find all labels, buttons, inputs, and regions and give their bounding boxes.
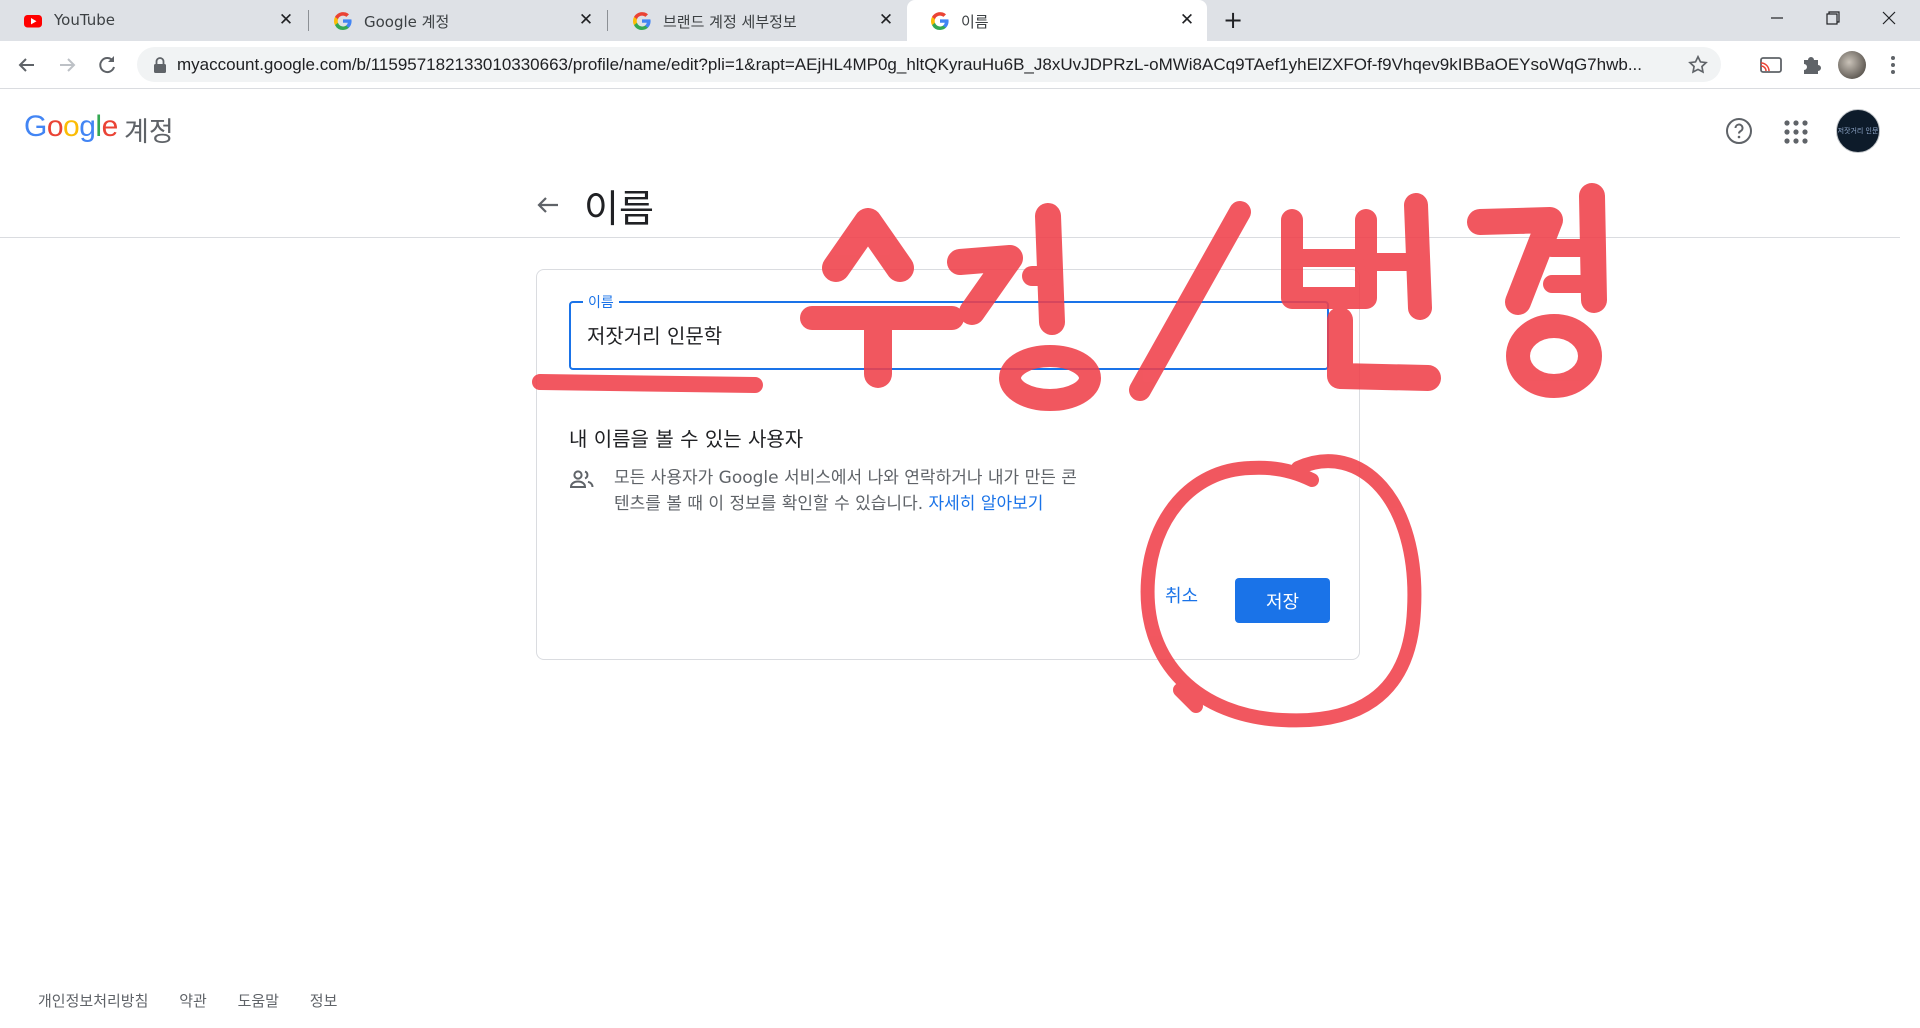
- google-g-icon: [633, 12, 651, 30]
- save-button[interactable]: 저장: [1235, 578, 1330, 623]
- header-divider: [0, 237, 1900, 238]
- bookmark-star-icon[interactable]: [1687, 54, 1709, 76]
- tab-close-icon[interactable]: ✕: [876, 10, 896, 30]
- tab-close-icon[interactable]: ✕: [576, 10, 596, 30]
- cancel-button[interactable]: 취소: [1165, 582, 1198, 608]
- restore-icon: [1826, 11, 1840, 25]
- name-field-label: 이름: [583, 292, 619, 312]
- tab-separator: [607, 10, 608, 31]
- profile-avatar[interactable]: [1838, 51, 1866, 79]
- product-name: 계정: [124, 117, 174, 148]
- visibility-description: 모든 사용자가 Google 서비스에서 나와 연락하거나 내가 만든 콘텐츠를…: [614, 465, 1084, 517]
- browser-toolbar: myaccount.google.com/b/11595718213301033…: [0, 41, 1920, 89]
- help-icon[interactable]: [1724, 116, 1754, 146]
- logo-letter: G: [24, 110, 47, 143]
- youtube-icon: [24, 15, 42, 28]
- logo-letter: e: [101, 110, 119, 143]
- minimize-icon: [1771, 17, 1783, 19]
- footer: 개인정보처리방침 약관 도움말 정보: [38, 990, 363, 1011]
- reload-icon[interactable]: [92, 50, 122, 80]
- menu-kebab-icon[interactable]: [1880, 52, 1906, 78]
- tab-title: 브랜드 계정 세부정보: [663, 13, 797, 31]
- forward-icon[interactable]: [52, 50, 82, 80]
- people-icon: [569, 470, 594, 488]
- apps-grid-icon[interactable]: [1782, 118, 1810, 146]
- extensions-puzzle-icon[interactable]: [1798, 52, 1824, 78]
- tab-strip: YouTube ✕ Google 계정 ✕ 브랜드 계정 세부정보 ✕ 이름 ✕…: [0, 0, 1920, 41]
- logo-letter: o: [46, 110, 64, 143]
- address-bar[interactable]: myaccount.google.com/b/11595718213301033…: [137, 47, 1721, 82]
- lock-icon[interactable]: [153, 57, 167, 73]
- footer-link-about[interactable]: 정보: [310, 992, 338, 1010]
- back-icon[interactable]: [12, 50, 42, 80]
- tab-title: 이름: [961, 13, 989, 31]
- tab-google-account[interactable]: Google 계정 ✕: [310, 0, 606, 41]
- account-avatar[interactable]: 저잣거리 인문학: [1836, 109, 1880, 153]
- tab-close-icon[interactable]: ✕: [276, 10, 296, 30]
- learn-more-link[interactable]: 자세히 알아보기: [929, 494, 1044, 514]
- footer-link-privacy[interactable]: 개인정보처리방침: [38, 992, 148, 1010]
- google-g-icon: [334, 12, 352, 30]
- google-g-icon: [931, 12, 949, 30]
- cast-icon[interactable]: [1758, 52, 1784, 78]
- logo-letter: g: [79, 110, 96, 143]
- tab-title: YouTube: [54, 11, 115, 29]
- footer-link-terms[interactable]: 약관: [179, 992, 207, 1010]
- name-field[interactable]: 이름: [569, 292, 1329, 370]
- tab-close-icon[interactable]: ✕: [1177, 10, 1197, 30]
- footer-link-help[interactable]: 도움말: [238, 992, 279, 1010]
- name-edit-card: 이름 내 이름을 볼 수 있는 사용자 모든 사용자가 Google 서비스에서…: [536, 269, 1360, 660]
- close-icon: [1882, 11, 1896, 25]
- tab-youtube[interactable]: YouTube ✕: [0, 0, 306, 41]
- tab-title: Google 계정: [364, 13, 450, 31]
- url-text: myaccount.google.com/b/11595718213301033…: [177, 55, 1642, 74]
- name-input[interactable]: [585, 321, 1309, 347]
- google-logo[interactable]: Google: [24, 110, 118, 144]
- visibility-heading: 내 이름을 볼 수 있는 사용자: [569, 427, 804, 451]
- tab-name-active[interactable]: 이름 ✕: [907, 0, 1207, 41]
- tab-separator: [308, 10, 309, 31]
- restore-button[interactable]: [1811, 6, 1855, 34]
- logo-letter: o: [63, 110, 80, 143]
- back-arrow-icon[interactable]: [533, 190, 563, 220]
- minimize-button[interactable]: [1755, 6, 1799, 34]
- window-close-button[interactable]: [1867, 6, 1911, 34]
- page-title: 이름: [584, 187, 654, 231]
- new-tab-button[interactable]: +: [1221, 8, 1245, 33]
- tab-brand-account[interactable]: 브랜드 계정 세부정보 ✕: [609, 0, 906, 41]
